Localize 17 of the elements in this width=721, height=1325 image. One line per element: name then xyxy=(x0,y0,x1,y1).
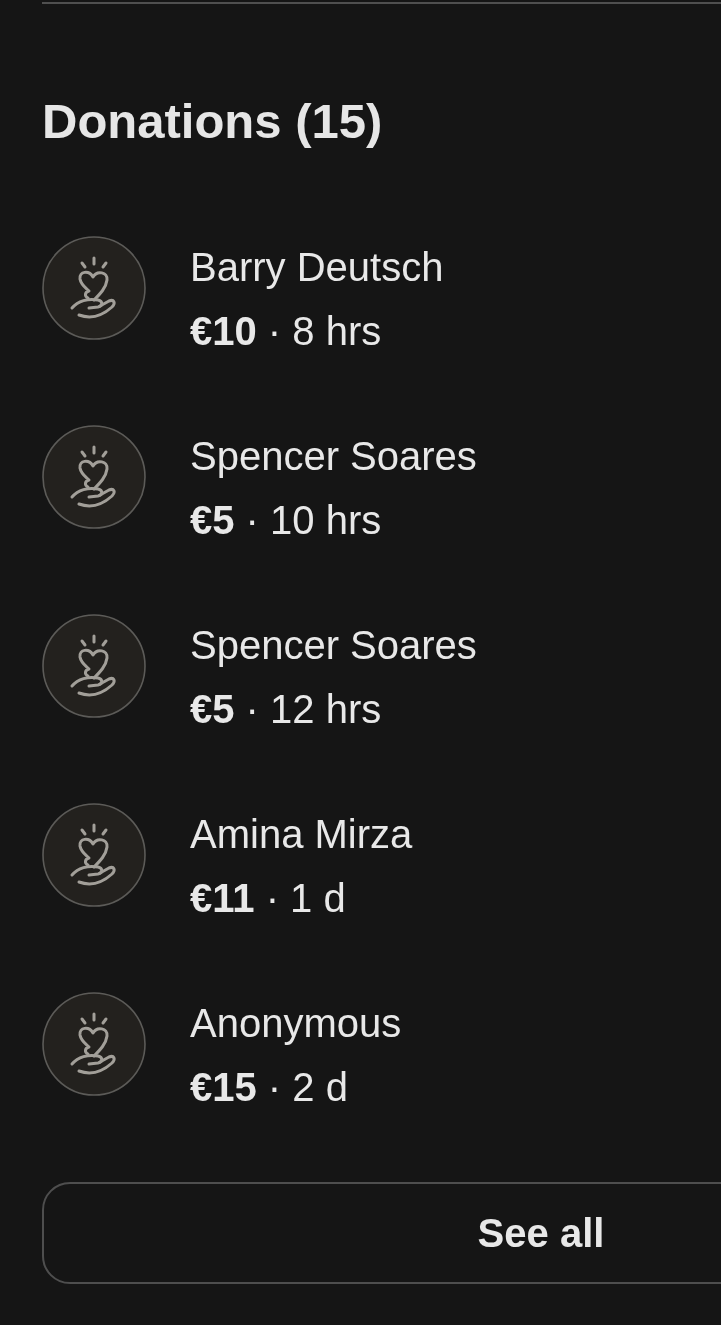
heart-in-hand-icon xyxy=(42,614,146,718)
heart-in-hand-icon xyxy=(42,425,146,529)
heart-in-hand-icon xyxy=(42,803,146,907)
donation-amount-and-time: €15 · 2 d xyxy=(190,1067,349,1107)
donor-name: Amina Mirza xyxy=(190,814,413,854)
donation-amount-and-time: €11 · 1 d xyxy=(190,878,347,918)
donation-amount-and-time: €5 · 12 hrs xyxy=(190,689,383,729)
see-all-button[interactable]: See all xyxy=(42,1182,721,1284)
donor-name: Spencer Soares xyxy=(190,436,477,476)
donation-amount-and-time: €5 · 10 hrs xyxy=(190,500,383,540)
donation-amount-and-time: €10 · 8 hrs xyxy=(190,311,383,351)
donor-name: Anonymous xyxy=(190,1003,402,1043)
section-heading: Donations (15) xyxy=(42,93,384,149)
heart-in-hand-icon xyxy=(42,236,146,340)
heart-in-hand-icon xyxy=(42,992,146,1096)
donor-name: Spencer Soares xyxy=(190,625,477,665)
donor-name: Barry Deutsch xyxy=(190,247,444,287)
